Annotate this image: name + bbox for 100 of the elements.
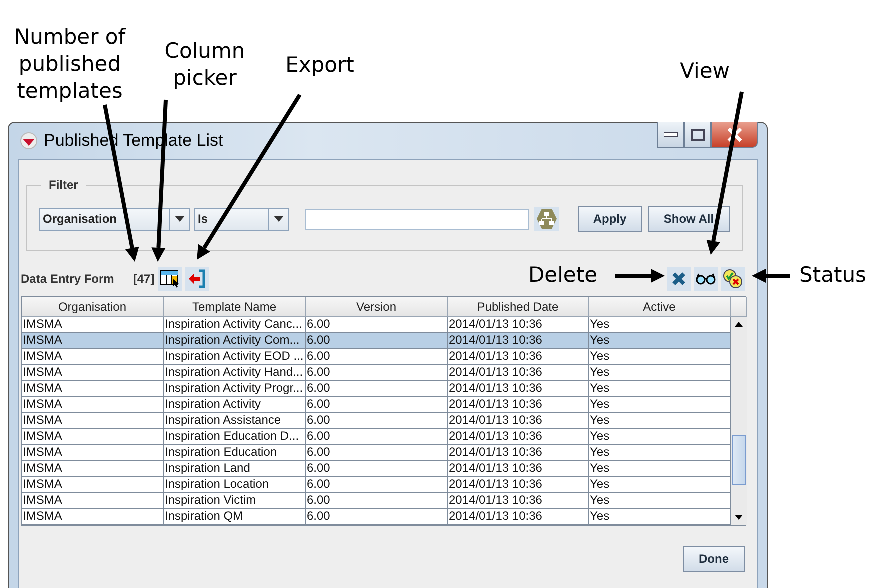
table-cell[interactable]: Inspiration Land	[164, 461, 306, 477]
table-cell[interactable]: Yes	[589, 333, 731, 349]
arrow	[615, 269, 665, 283]
column-header[interactable]: Version	[306, 297, 448, 317]
table-cell[interactable]: 2014/01/13 10:36	[448, 413, 589, 429]
scroll-thumb[interactable]	[732, 435, 746, 485]
field-dropdown[interactable]: Organisation	[39, 208, 190, 230]
table-cell[interactable]: Yes	[589, 413, 731, 429]
arrow	[752, 269, 790, 283]
table-cell[interactable]: Inspiration Education D...	[164, 429, 306, 445]
table-cell[interactable]: Inspiration Activity Canc...	[164, 317, 306, 333]
apply-button[interactable]: Apply	[578, 206, 642, 232]
table-cell[interactable]: Inspiration Activity	[164, 397, 306, 413]
table-cell[interactable]: Inspiration Assistance	[164, 413, 306, 429]
table-cell[interactable]: Inspiration Activity Progr...	[164, 381, 306, 397]
column-header[interactable]: Published Date	[448, 297, 589, 317]
table-cell[interactable]: Inspiration Victim	[164, 493, 306, 509]
caret-icon	[274, 216, 284, 222]
table-cell[interactable]: 2014/01/13 10:36	[448, 445, 589, 461]
table-cell[interactable]: IMSMA	[22, 365, 164, 381]
table-cell[interactable]: IMSMA	[22, 509, 164, 525]
export-button[interactable]	[184, 267, 209, 291]
annotation-label: Export	[284, 52, 356, 79]
table-cell[interactable]: 2014/01/13 10:36	[448, 349, 589, 365]
table-cell[interactable]: IMSMA	[22, 493, 164, 509]
table-cell[interactable]: Yes	[589, 317, 731, 333]
table-cell[interactable]: 2014/01/13 10:36	[448, 493, 589, 509]
minimize-button[interactable]	[657, 122, 684, 148]
table-cell[interactable]: Yes	[589, 365, 731, 381]
column-picker-button[interactable]	[158, 267, 182, 291]
table-cell[interactable]: Yes	[589, 461, 731, 477]
table-cell[interactable]: 6.00	[306, 349, 448, 365]
table-cell[interactable]: Inspiration Location	[164, 477, 306, 493]
table-cell[interactable]: Inspiration Activity Hand...	[164, 365, 306, 381]
table-cell[interactable]: IMSMA	[22, 477, 164, 493]
table-cell[interactable]: Yes	[589, 349, 731, 365]
table-cell[interactable]: 6.00	[306, 509, 448, 525]
delete-button[interactable]	[667, 267, 691, 291]
table-cell[interactable]: Yes	[589, 381, 731, 397]
table-cell[interactable]: Inspiration QM	[164, 509, 306, 525]
table-cell[interactable]: 6.00	[306, 317, 448, 333]
table-cell[interactable]: Yes	[589, 477, 731, 493]
close-button[interactable]	[711, 122, 758, 148]
table-cell[interactable]: 2014/01/13 10:36	[448, 429, 589, 445]
table-cell[interactable]: 2014/01/13 10:36	[448, 365, 589, 381]
maximize-button[interactable]	[684, 122, 711, 148]
table-cell[interactable]: 2014/01/13 10:36	[448, 381, 589, 397]
hierarchy-button[interactable]	[534, 207, 559, 231]
annotation-label: View	[679, 58, 731, 85]
table-cell[interactable]: Yes	[589, 445, 731, 461]
table-cell[interactable]: 6.00	[306, 477, 448, 493]
table-cell[interactable]: IMSMA	[22, 333, 164, 349]
column-header[interactable]: Organisation	[22, 297, 164, 317]
scrollbar[interactable]	[731, 317, 747, 525]
table-cell[interactable]: IMSMA	[22, 349, 164, 365]
table-cell[interactable]: Inspiration Education	[164, 445, 306, 461]
minimize-icon	[664, 132, 678, 138]
delete-icon	[672, 272, 686, 286]
table-cell[interactable]: IMSMA	[22, 429, 164, 445]
table-cell[interactable]: IMSMA	[22, 317, 164, 333]
table-cell[interactable]: 2014/01/13 10:36	[448, 461, 589, 477]
status-icon	[722, 268, 744, 290]
table-cell[interactable]: 6.00	[306, 493, 448, 509]
table-cell[interactable]: Yes	[589, 429, 731, 445]
table-cell[interactable]: Yes	[589, 397, 731, 413]
table-cell[interactable]: Yes	[589, 509, 731, 525]
annotation-label: Status	[798, 262, 868, 289]
table-cell[interactable]: 2014/01/13 10:36	[448, 333, 589, 349]
status-button[interactable]	[721, 267, 745, 291]
table-cell[interactable]: Inspiration Activity EOD ...	[164, 349, 306, 365]
table-cell[interactable]: 6.00	[306, 333, 448, 349]
filter-value-field[interactable]	[305, 208, 529, 230]
table-cell[interactable]: 6.00	[306, 397, 448, 413]
table-cell[interactable]: IMSMA	[22, 445, 164, 461]
table-cell[interactable]: IMSMA	[22, 461, 164, 477]
close-icon	[726, 128, 742, 142]
table-cell[interactable]: Inspiration Activity Com...	[164, 333, 306, 349]
done-button[interactable]: Done	[683, 546, 745, 572]
table-cell[interactable]: 2014/01/13 10:36	[448, 509, 589, 525]
hierarchy-icon	[536, 208, 558, 230]
table-cell[interactable]: 2014/01/13 10:36	[448, 397, 589, 413]
table-cell[interactable]: 6.00	[306, 413, 448, 429]
show-all-button[interactable]: Show All	[648, 206, 730, 232]
table-cell[interactable]: 2014/01/13 10:36	[448, 477, 589, 493]
table-cell[interactable]: 6.00	[306, 381, 448, 397]
app-logo-icon	[20, 132, 38, 150]
table-cell[interactable]: IMSMA	[22, 397, 164, 413]
table-cell[interactable]: IMSMA	[22, 381, 164, 397]
table-cell[interactable]: Yes	[589, 493, 731, 509]
table-cell[interactable]: 2014/01/13 10:36	[448, 317, 589, 333]
table-cell[interactable]: 6.00	[306, 365, 448, 381]
table-cell[interactable]: 6.00	[306, 445, 448, 461]
table-cell[interactable]: IMSMA	[22, 413, 164, 429]
table-cell[interactable]: 6.00	[306, 429, 448, 445]
column-header[interactable]: Template Name	[164, 297, 306, 317]
table-cell[interactable]: 6.00	[306, 461, 448, 477]
operator-dropdown[interactable]: Is	[194, 208, 289, 230]
view-button[interactable]	[694, 267, 718, 291]
column-header[interactable]: Active	[589, 297, 731, 317]
header-corner	[731, 297, 747, 317]
